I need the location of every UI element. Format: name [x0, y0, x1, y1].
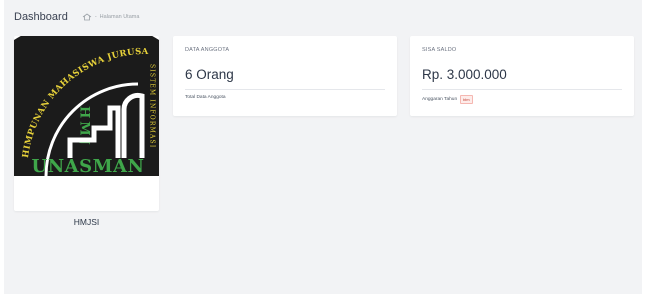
organization-logo: HIMPUNAN MAHASISWA JURUSAN SISTEM INFORM…	[14, 36, 159, 176]
anggota-footer-text: Total Data Anggota	[185, 95, 226, 100]
breadcrumb-current: Halaman Utama	[99, 14, 140, 20]
profile-name: HMJSI	[73, 217, 100, 227]
main-content: Dashboard - Halaman Utama HIMPUNAN MAHAS…	[4, 0, 642, 294]
breadcrumb: - Halaman Utama	[82, 13, 140, 21]
status-badge: blm	[460, 95, 473, 104]
page-header: Dashboard - Halaman Utama	[14, 8, 139, 26]
home-icon[interactable]	[82, 13, 92, 21]
profile-card: HIMPUNAN MAHASISWA JURUSAN SISTEM INFORM…	[14, 36, 159, 227]
saldo-footer: Anggaran Tahun blm	[422, 95, 473, 104]
anggota-label: DATA ANGGOTA	[185, 47, 230, 53]
logo-side-text: SISTEM INFORMASI	[149, 64, 156, 148]
anggota-value: 6 Orang	[185, 67, 234, 82]
divider	[422, 89, 622, 90]
anggota-footer: Total Data Anggota	[185, 95, 226, 100]
divider	[185, 89, 385, 90]
page-title: Dashboard	[14, 11, 68, 23]
saldo-label: SISA SALDO	[422, 47, 457, 53]
anggota-card: DATA ANGGOTA 6 Orang Total Data Anggota	[173, 36, 397, 116]
breadcrumb-separator: -	[94, 14, 97, 20]
logo-bottom-text: UNASMAN	[32, 156, 145, 176]
saldo-footer-text: Anggaran Tahun	[422, 97, 458, 102]
saldo-card: SISA SALDO Rp. 3.000.000 Anggaran Tahun …	[410, 36, 634, 116]
saldo-value: Rp. 3.000.000	[422, 67, 507, 82]
